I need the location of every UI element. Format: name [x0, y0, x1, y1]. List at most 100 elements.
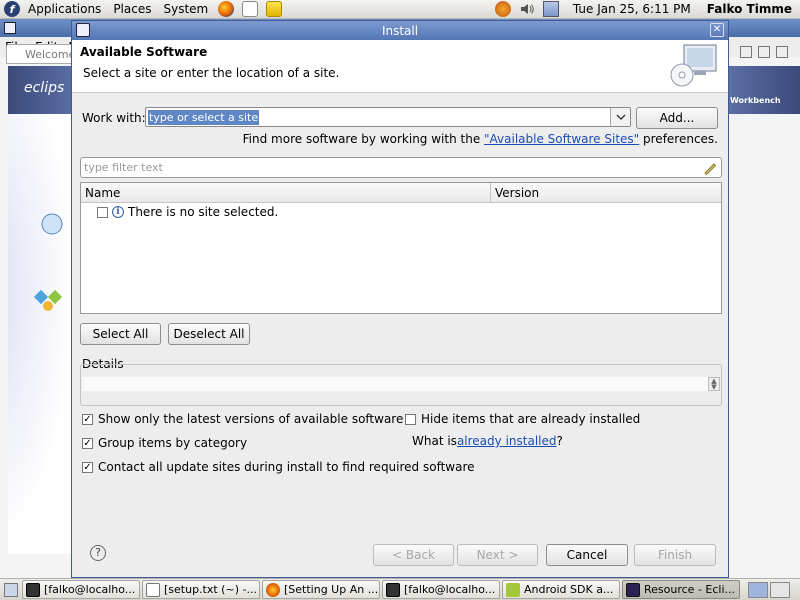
task-label: [falko@localho... — [404, 583, 496, 596]
fedora-logo-icon[interactable]: f — [4, 1, 20, 17]
info-icon: i — [112, 206, 124, 218]
details-group: ▲ ▼ — [80, 364, 722, 406]
software-tree: Name Version i There is no site selected… — [80, 182, 722, 314]
work-with-combo[interactable]: type or select a site — [145, 107, 631, 127]
task-label: [falko@localho... — [44, 583, 136, 596]
volume-icon[interactable] — [519, 1, 535, 17]
taskbar-item[interactable]: [falko@localho... — [382, 580, 500, 599]
restore-icon[interactable] — [758, 46, 770, 58]
terminal-icon — [26, 582, 40, 597]
firefox-icon — [266, 582, 280, 597]
header-title: Available Software — [80, 45, 208, 59]
network-icon[interactable] — [542, 1, 559, 17]
eclipse-icon — [626, 582, 640, 597]
workspace-2[interactable] — [770, 581, 790, 598]
what-is-suffix: ? — [556, 434, 563, 448]
task-label: Resource - Ecli... — [644, 583, 736, 596]
welcome-tab[interactable]: Welcome — [6, 44, 75, 64]
find-more-suffix: preferences. — [639, 132, 718, 146]
group-by-category-option[interactable]: ✓ Group items by category — [82, 436, 247, 450]
group-by-category-label: Group items by category — [98, 436, 248, 450]
eclipse-app-icon — [76, 23, 90, 37]
deselect-all-button[interactable]: Deselect All — [168, 323, 250, 345]
row-checkbox[interactable] — [97, 206, 108, 218]
hide-installed-label: Hide items that are already installed — [421, 412, 641, 426]
column-header-version[interactable]: Version — [491, 183, 543, 202]
show-latest-option[interactable]: ✓ Show only the latest versions of avail… — [82, 412, 403, 426]
workbench-link[interactable]: Workbench — [728, 66, 800, 114]
welcome-page-area — [8, 114, 74, 554]
chevron-down-icon[interactable] — [610, 108, 630, 126]
tree-row[interactable]: i There is no site selected. — [97, 205, 278, 219]
select-all-button[interactable]: Select All — [80, 323, 161, 345]
dialog-title: Install — [381, 23, 419, 38]
clear-filter-icon[interactable] — [703, 161, 717, 175]
task-label: [Setting Up An ... — [284, 583, 379, 596]
hide-installed-checkbox[interactable] — [405, 413, 416, 425]
overview-globe-icon — [41, 213, 63, 235]
workspace-switcher[interactable] — [748, 581, 792, 598]
contact-sites-checkbox[interactable]: ✓ — [82, 461, 93, 473]
find-more-prefix: Find more software by working with the — [242, 132, 485, 146]
already-installed-link[interactable]: already installed — [457, 434, 557, 448]
terminal-icon — [386, 582, 400, 597]
taskbar-item[interactable]: Android SDK a... — [502, 580, 620, 599]
notes-launcher-icon[interactable] — [266, 1, 283, 17]
taskbar: [falko@localho... [setup.txt (~) -... [S… — [0, 578, 800, 600]
update-notifier-icon[interactable] — [494, 1, 511, 17]
taskbar-item[interactable]: Resource - Ecli... — [622, 580, 740, 599]
available-software-sites-link[interactable]: "Available Software Sites" — [484, 132, 639, 146]
show-desktop-icon[interactable] — [4, 582, 18, 597]
taskbar-item[interactable]: [Setting Up An ... — [262, 580, 380, 599]
header-description: Select a site or enter the location of a… — [83, 66, 340, 80]
back-button[interactable]: < Back — [373, 544, 454, 566]
mail-launcher-icon[interactable] — [242, 1, 259, 17]
firefox-launcher-icon[interactable] — [218, 1, 235, 17]
what-is-installed-text: What is already installed? — [412, 434, 563, 448]
show-latest-checkbox[interactable]: ✓ — [82, 413, 93, 425]
taskbar-item[interactable]: [falko@localho... — [22, 580, 140, 599]
next-button[interactable]: Next > — [457, 544, 538, 566]
details-scrollbar[interactable]: ▲ ▼ — [708, 377, 720, 391]
tree-header: Name Version — [81, 183, 721, 203]
applications-menu[interactable]: Applications — [22, 2, 107, 16]
install-dialog: Install ✕ Available Software Select a si… — [71, 20, 729, 578]
hide-installed-option[interactable]: Hide items that are already installed — [405, 412, 640, 426]
help-icon[interactable]: ? — [90, 545, 106, 561]
contact-sites-label: Contact all update sites during install … — [98, 460, 475, 474]
work-with-selected-text: type or select a site — [148, 110, 260, 125]
system-menu[interactable]: System — [157, 2, 214, 16]
eclipse-app-icon — [4, 22, 16, 34]
maximize-icon[interactable] — [776, 46, 788, 58]
task-label: [setup.txt (~) -... — [164, 583, 257, 596]
eclipse-banner: eclips — [8, 66, 74, 114]
tree-row-label: There is no site selected. — [128, 205, 279, 219]
perspective-toolbar — [740, 46, 796, 64]
work-with-label: Work with: — [82, 111, 146, 125]
task-label: Android SDK a... — [524, 583, 614, 596]
places-menu[interactable]: Places — [107, 2, 157, 16]
text-editor-icon — [146, 582, 160, 597]
close-button[interactable]: ✕ — [710, 23, 724, 37]
details-text-area[interactable] — [82, 377, 708, 391]
contact-sites-option[interactable]: ✓ Contact all update sites during instal… — [82, 460, 475, 474]
show-latest-label: Show only the latest versions of availab… — [98, 412, 404, 426]
dialog-titlebar[interactable]: Install ✕ — [72, 21, 728, 40]
filter-box[interactable] — [80, 157, 722, 178]
find-more-text: Find more software by working with the "… — [243, 132, 718, 146]
welcome-icons — [33, 213, 63, 311]
open-perspective-icon[interactable] — [740, 46, 752, 58]
dialog-header: Available Software Select a site or ente… — [72, 40, 728, 93]
clock[interactable]: Tue Jan 25, 6:11 PM — [563, 2, 701, 16]
workspace-1[interactable] — [748, 581, 768, 598]
add-site-button[interactable]: Add... — [636, 107, 718, 129]
column-header-name[interactable]: Name — [81, 183, 491, 202]
top-panel: f Applications Places System Tue Jan 25,… — [0, 0, 800, 19]
user-name[interactable]: Falko Timme — [701, 2, 800, 16]
group-by-category-checkbox[interactable]: ✓ — [82, 437, 93, 449]
finish-button[interactable]: Finish — [634, 544, 716, 566]
taskbar-item[interactable]: [setup.txt (~) -... — [142, 580, 260, 599]
cancel-button[interactable]: Cancel — [546, 544, 628, 566]
what-is-prefix: What is — [412, 434, 457, 448]
filter-input[interactable] — [84, 160, 684, 175]
